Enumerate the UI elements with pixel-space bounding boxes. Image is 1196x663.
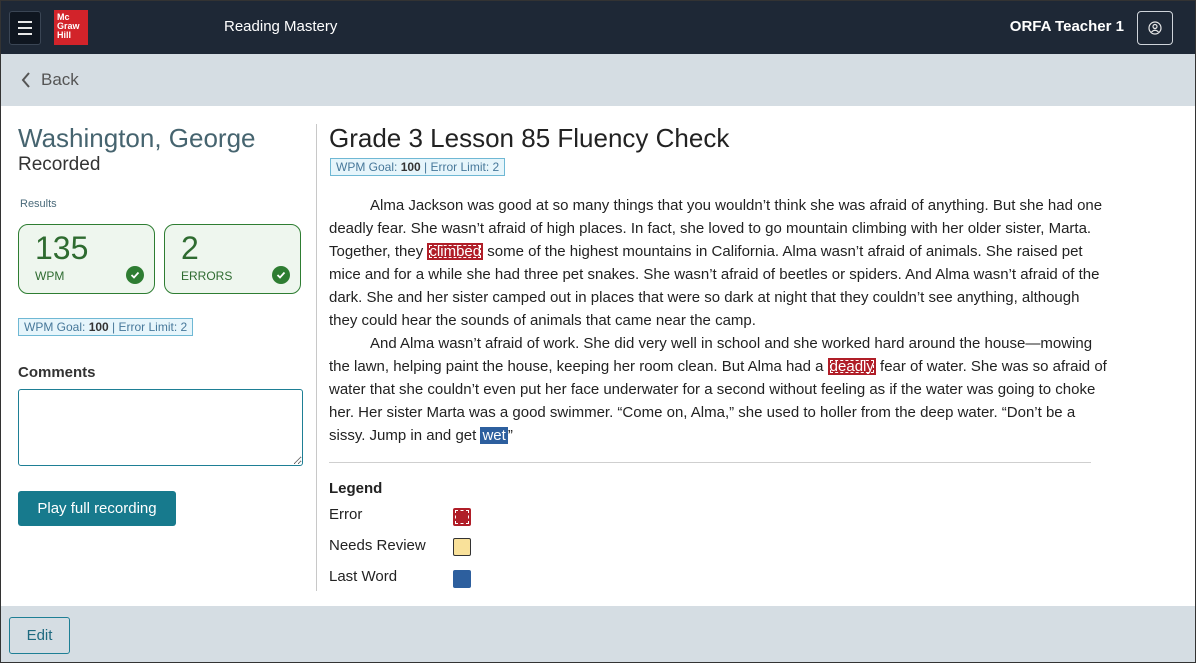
goal-badge: WPM Goal: 100 | Error Limit: 2 (18, 318, 194, 336)
passage-paragraph: Alma Jackson was good at so many things … (329, 197, 1103, 329)
top-bar: Mc Graw Hill Reading Mastery ORFA Teache… (1, 1, 1195, 54)
last-word[interactable]: wet (480, 427, 508, 444)
comments-label: Comments (18, 364, 96, 381)
passage-paragraph: And Alma wasn’t afraid of work. She did … (329, 335, 1107, 444)
legend-swatch-last-word (453, 570, 471, 588)
hamburger-menu-icon[interactable] (9, 11, 41, 45)
user-account-button[interactable] (1137, 11, 1173, 45)
wpm-value: 135 (35, 230, 89, 266)
error-word[interactable]: deadly (827, 358, 876, 375)
play-full-recording-button[interactable]: Play full recording (18, 491, 176, 526)
mcgraw-hill-logo: Mc Graw Hill (54, 10, 88, 45)
comments-textarea[interactable] (18, 389, 303, 466)
check-icon (126, 266, 144, 284)
chevron-left-icon (21, 72, 30, 88)
legend-title: Legend (329, 480, 383, 497)
recording-status: Recorded (18, 154, 101, 175)
lesson-goal-badge: WPM Goal: 100 | Error Limit: 2 (330, 158, 506, 176)
errors-result-card: 2 ERRORS (164, 224, 301, 294)
errors-value: 2 (181, 230, 199, 266)
user-name: ORFA Teacher 1 (1009, 18, 1124, 35)
lesson-title: Grade 3 Lesson 85 Fluency Check (329, 123, 730, 153)
app-window: Mc Graw Hill Reading Mastery ORFA Teache… (0, 0, 1196, 663)
legend-label-error: Error (329, 506, 363, 523)
legend-label-last-word: Last Word (329, 568, 398, 585)
legend-swatch-error (453, 508, 471, 526)
legend-divider (329, 462, 1091, 463)
results-label: Results (20, 198, 57, 210)
back-label: Back (41, 70, 79, 89)
edit-button[interactable]: Edit (9, 617, 70, 654)
wpm-result-card: 135 WPM (18, 224, 155, 294)
legend-swatch-needs-review (453, 538, 471, 556)
legend-label-needs-review: Needs Review (329, 537, 426, 554)
back-link[interactable]: Back (21, 70, 79, 90)
wpm-label: WPM (35, 269, 65, 283)
reading-passage: Alma Jackson was good at so many things … (329, 194, 1109, 447)
student-name: Washington, George (18, 123, 256, 153)
back-bar: Back (1, 54, 1195, 106)
check-icon (272, 266, 290, 284)
panel-divider (316, 124, 317, 591)
error-word[interactable]: climbed (427, 243, 484, 260)
errors-label: ERRORS (181, 269, 233, 283)
footer-bar: Edit (1, 606, 1195, 662)
user-icon (1148, 21, 1162, 35)
app-title: Reading Mastery (224, 18, 338, 35)
